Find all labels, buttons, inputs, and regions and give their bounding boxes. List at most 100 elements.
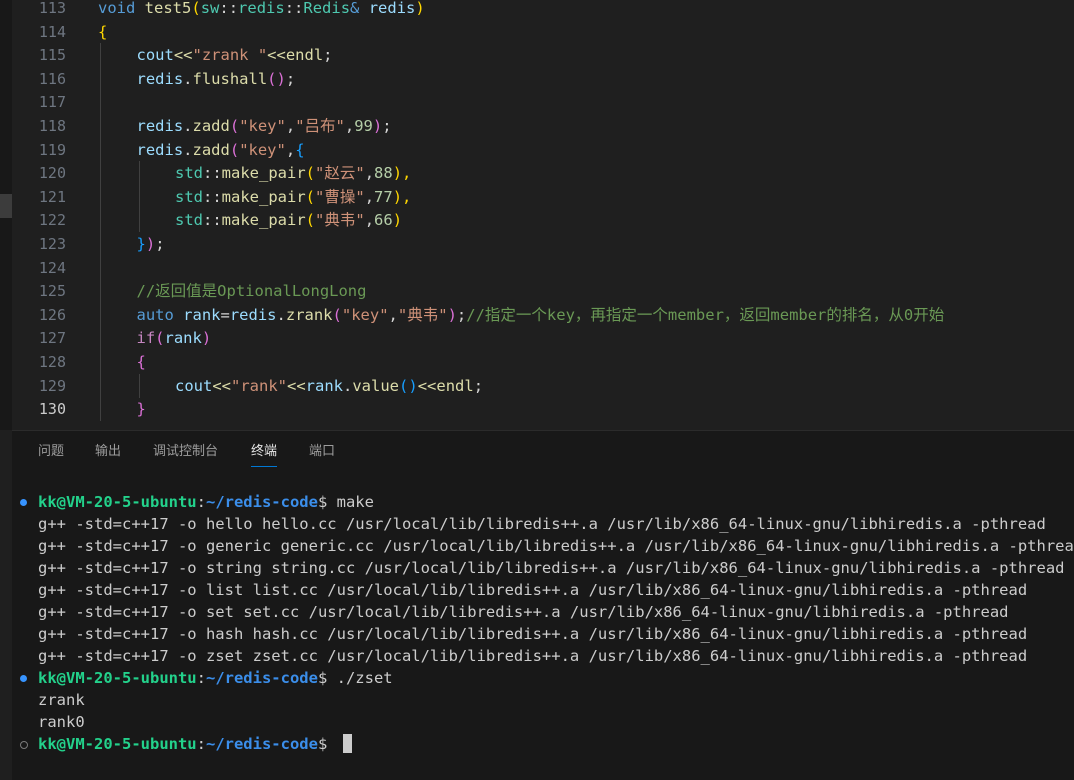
tab-output[interactable]: 输出 xyxy=(95,443,121,461)
code-token: "key" xyxy=(239,140,286,159)
code-token: << xyxy=(287,376,306,395)
line-number: 120 xyxy=(38,164,66,183)
line-number: 130 xyxy=(38,400,66,419)
code-line[interactable]: 117 xyxy=(12,90,1074,115)
indent-guide xyxy=(138,373,140,398)
code-token: auto xyxy=(136,305,184,324)
line-number: 124 xyxy=(38,258,66,277)
code-line[interactable]: 120 std::make_pair("赵云",88), xyxy=(12,161,1074,186)
code-token: ) xyxy=(201,329,212,348)
prompt-separator: : xyxy=(196,735,206,753)
code-token: { xyxy=(295,140,305,159)
code-line[interactable]: 115 cout<<"zrank "<<endl; xyxy=(12,43,1074,68)
code-token: "rank" xyxy=(231,376,287,395)
code-token: "key" xyxy=(239,117,286,135)
code-token: :: xyxy=(284,0,304,17)
code-text: } xyxy=(137,397,146,421)
indent-guide xyxy=(100,208,101,233)
code-token: std xyxy=(175,211,203,230)
code-token: , xyxy=(344,117,355,135)
code-line[interactable]: 119 redis.zadd("key",{ xyxy=(12,137,1074,162)
code-token: redis xyxy=(368,0,416,17)
code-token: //返回值是OptionalLongLong xyxy=(136,282,367,301)
code-token: ) xyxy=(392,211,403,230)
code-line[interactable]: 124 xyxy=(12,255,1074,280)
code-token: "zrank " xyxy=(192,46,268,65)
indent-guide xyxy=(100,326,101,351)
code-line[interactable]: 125 //返回值是OptionalLongLong xyxy=(12,279,1074,304)
indent-guide xyxy=(100,137,101,162)
code-line[interactable]: 113 void test5(sw::redis::Redis& redis) xyxy=(12,0,1074,20)
code-token: ( xyxy=(229,117,240,135)
prompt-symbol: $ xyxy=(317,493,328,511)
terminal-cursor[interactable] xyxy=(342,734,352,753)
code-token: ), xyxy=(392,187,412,206)
code-line[interactable]: 114 { xyxy=(12,20,1074,44)
indent-guide xyxy=(100,43,101,68)
code-token: , xyxy=(364,187,375,206)
code-line[interactable]: 127 if(rank) xyxy=(12,326,1074,351)
code-token: cout xyxy=(136,46,174,65)
line-number: 121 xyxy=(38,187,66,206)
terminal-command: make xyxy=(327,493,374,511)
code-text: if(rank) xyxy=(137,326,212,350)
tab-ports[interactable]: 端口 xyxy=(309,443,335,461)
code-token: . xyxy=(343,376,353,395)
code-text: redis.zadd("key",{ xyxy=(137,138,305,162)
code-token: ; xyxy=(456,305,467,324)
terminal-prompt-line: kk@VM-20-5-ubuntu:~/redis-code$ xyxy=(38,733,352,755)
code-token: () xyxy=(399,376,418,395)
code-token: "典韦" xyxy=(397,305,448,324)
code-line[interactable]: 118 redis.zadd("key","吕布",99); xyxy=(12,114,1074,138)
code-token: ( xyxy=(305,164,316,183)
command-decoration-success-icon[interactable] xyxy=(20,499,27,506)
indent-guide xyxy=(100,302,101,327)
code-token: ; xyxy=(473,376,484,395)
code-line[interactable]: 122 std::make_pair("典韦",66) xyxy=(12,208,1074,233)
indent-guide xyxy=(100,161,101,186)
indent-guide xyxy=(100,114,101,138)
code-token: ) xyxy=(372,117,383,135)
tab-debug-console[interactable]: 调试控制台 xyxy=(153,443,218,461)
code-token: redis xyxy=(136,69,184,88)
code-token: :: xyxy=(203,164,222,183)
code-token: { xyxy=(136,353,146,371)
code-line[interactable]: 126 auto rank=redis.zrank("key","典韦");//指… xyxy=(12,302,1074,327)
code-text: //返回值是OptionalLongLong xyxy=(137,279,367,303)
code-token: value xyxy=(352,376,400,395)
code-token: } xyxy=(136,400,146,419)
code-line[interactable]: 121 std::make_pair("曹操",77), xyxy=(12,184,1074,209)
code-token: std xyxy=(175,164,203,183)
code-token: ( xyxy=(191,0,201,17)
code-text: cout<<"zrank "<<endl; xyxy=(137,43,333,67)
code-line[interactable]: 129 cout<<"rank"<<rank.value()<<endl; xyxy=(12,373,1074,398)
code-line[interactable]: 130} xyxy=(12,397,1074,422)
code-token: make_pair xyxy=(221,211,306,230)
terminal-output-line: g++ -std=c++17 -o hash hash.cc /usr/loca… xyxy=(38,625,1028,643)
command-decoration-success-icon[interactable] xyxy=(20,675,27,682)
code-token: , xyxy=(285,140,296,159)
tab-problems[interactable]: 问题 xyxy=(38,443,64,461)
code-line[interactable]: 116 redis.flushall(); xyxy=(12,66,1074,91)
tab-terminal[interactable]: 终端 xyxy=(251,443,278,467)
indent-guide xyxy=(100,397,101,422)
prompt-user: kk@VM-20-5-ubuntu xyxy=(38,493,197,511)
code-token: if xyxy=(136,329,156,348)
prompt-user: kk@VM-20-5-ubuntu xyxy=(38,735,197,753)
line-number: 126 xyxy=(38,305,66,324)
code-token: 88 xyxy=(374,164,393,183)
code-editor[interactable]: 113 void test5(sw::redis::Redis& redis) 11… xyxy=(12,0,1074,430)
code-line[interactable]: 128 { xyxy=(12,350,1074,374)
code-token: ( xyxy=(332,305,342,324)
prompt-path: ~/redis-code xyxy=(205,493,318,511)
line-number: 122 xyxy=(38,211,66,230)
code-token: 77 xyxy=(374,187,393,206)
code-token: endl xyxy=(436,376,474,395)
command-decoration-pending-icon[interactable] xyxy=(20,741,28,749)
indent-guide xyxy=(100,373,101,398)
code-token: //指定一个key，再指定一个member，返回member的排名，从0开始 xyxy=(466,305,945,324)
line-number: 114 xyxy=(38,22,66,41)
code-line[interactable]: 123}); xyxy=(12,232,1074,256)
line-number: 118 xyxy=(38,117,66,135)
code-token: . xyxy=(183,117,193,135)
